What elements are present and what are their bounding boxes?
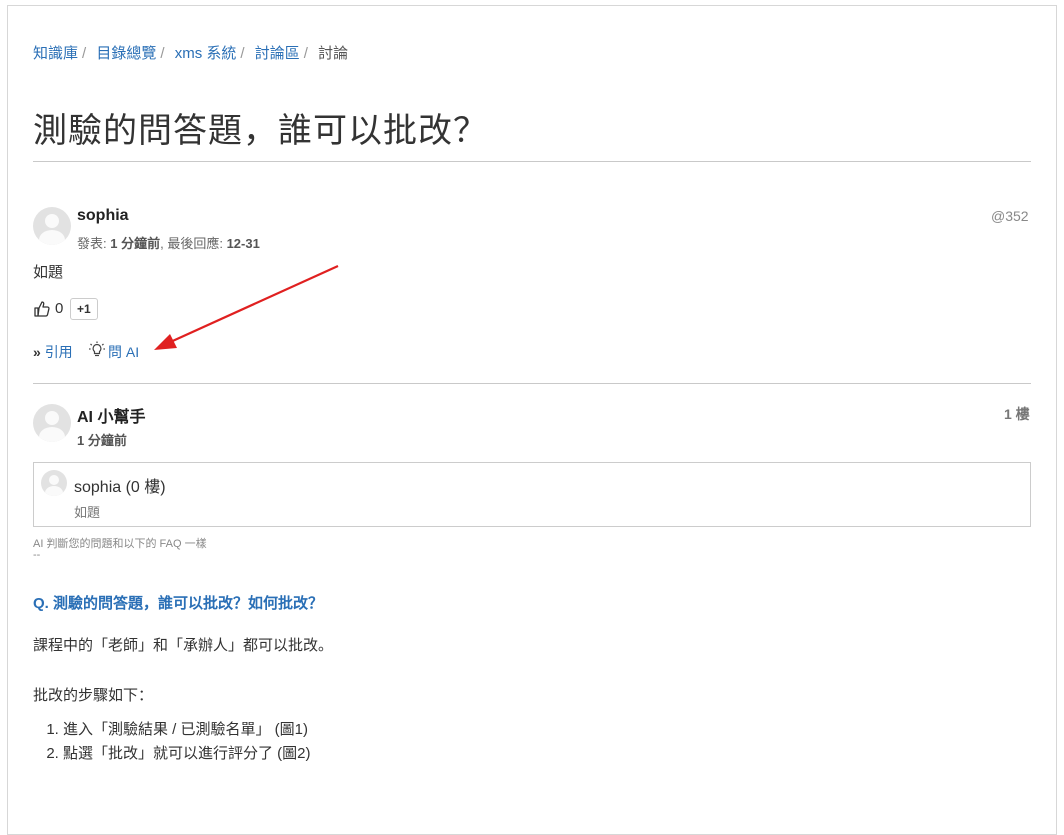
breadcrumb-separator: / bbox=[303, 45, 308, 62]
double-chevron-icon: » bbox=[33, 344, 41, 360]
answer-step: 點選「批改」就可以進行評分了 (圖2) bbox=[63, 742, 311, 766]
ask-ai-link[interactable]: 問 AI bbox=[108, 342, 139, 362]
post-author-name[interactable]: sophia bbox=[77, 207, 129, 225]
quoted-text: 如題 bbox=[74, 505, 101, 520]
like-count: 0 bbox=[55, 300, 64, 317]
plus-one-button[interactable]: +1 bbox=[70, 298, 98, 320]
post-meta-reply-value: 12-31 bbox=[226, 236, 260, 251]
breadcrumb-link-forum[interactable]: 討論區 bbox=[255, 45, 300, 62]
post-meta: 發表: 1 分鐘前, 最後回應: 12-31 bbox=[77, 233, 260, 252]
quoted-post-box: sophia (0 樓) 如題 bbox=[33, 462, 1031, 527]
reply-floor: 1 樓 bbox=[1004, 406, 1030, 422]
breadcrumb-link-knowledge-base[interactable]: 知識庫 bbox=[33, 45, 78, 62]
annotation-arrow-icon bbox=[154, 264, 339, 350]
answer-line-1: 課程中的「老師」和「承辦人」都可以批改。 bbox=[33, 637, 334, 654]
post-actions: » 引用 bbox=[33, 342, 73, 362]
answer-step: 進入「測驗結果 / 已測驗名單」 (圖1) bbox=[63, 718, 311, 742]
ai-note: AI 判斷您的問題和以下的 FAQ 一樣 bbox=[33, 538, 207, 550]
post-author-avatar bbox=[33, 207, 71, 245]
breadcrumb-link-xms[interactable]: xms 系統 bbox=[175, 45, 237, 62]
quoted-author-name: sophia (0 樓) bbox=[74, 479, 166, 496]
post-meta-posted-label: 發表: bbox=[77, 236, 107, 251]
reply-time: 1 分鐘前 bbox=[77, 433, 127, 448]
answer-steps: 進入「測驗結果 / 已測驗名單」 (圖1) 點選「批改」就可以進行評分了 (圖2… bbox=[35, 718, 311, 766]
breadcrumb-current: 討論 bbox=[318, 45, 349, 62]
breadcrumb-separator: / bbox=[160, 45, 165, 62]
page-title: 測驗的問答題，誰可以批改？ bbox=[33, 112, 488, 150]
quoted-author-avatar bbox=[41, 470, 67, 496]
faq-question: Q. 測驗的問答題，誰可以批改？如何批改？ bbox=[33, 595, 324, 612]
lightbulb-icon bbox=[89, 341, 105, 357]
post-meta-reply-label: 最後回應: bbox=[167, 236, 223, 251]
reply-author-name[interactable]: AI 小幫手 bbox=[77, 403, 145, 427]
quote-link[interactable]: 引用 bbox=[45, 344, 73, 360]
breadcrumb-separator: / bbox=[240, 45, 245, 62]
post-id-link[interactable]: @352 bbox=[991, 208, 1029, 224]
post-body: 如題 bbox=[33, 264, 64, 281]
thumbs-up-icon[interactable] bbox=[33, 300, 51, 318]
reply-author-avatar bbox=[33, 404, 71, 442]
post-divider bbox=[33, 383, 1031, 384]
title-divider bbox=[33, 161, 1031, 162]
breadcrumb-separator: / bbox=[82, 45, 87, 62]
post-meta-posted-value: 1 分鐘前 bbox=[110, 236, 161, 251]
ai-note-separator: -- bbox=[33, 549, 41, 561]
breadcrumb-link-directory[interactable]: 目錄總覽 bbox=[96, 45, 156, 62]
breadcrumb: 知識庫 / 目錄總覽 / xms 系統 / 討論區 / 討論 bbox=[33, 42, 348, 63]
answer-line-2: 批改的步驟如下： bbox=[33, 687, 154, 704]
